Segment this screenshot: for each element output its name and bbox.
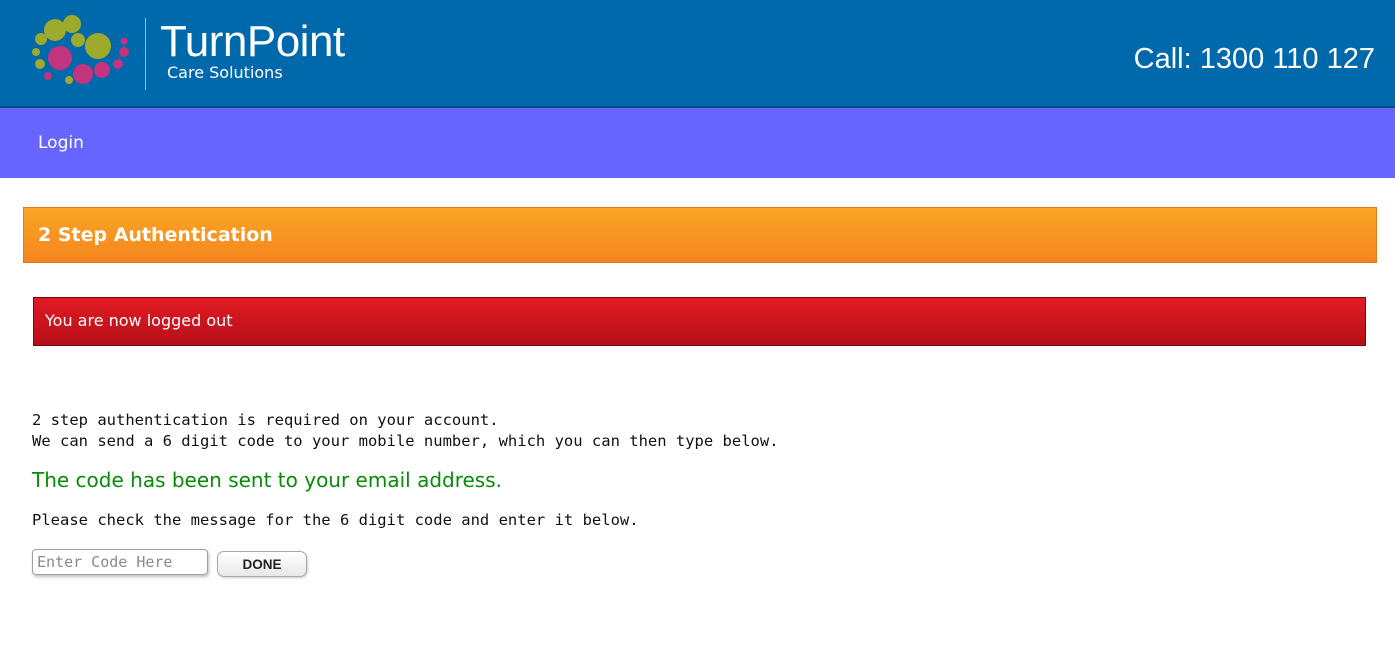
info-line-2: We can send a 6 digit code to your mobil…: [32, 432, 779, 450]
brand-name-main: Turn: [160, 17, 247, 66]
logo-divider: [145, 18, 146, 90]
done-button[interactable]: DONE: [217, 551, 307, 577]
brand-name: TurnPoint: [160, 18, 345, 66]
dot-cluster-logo-icon: [32, 15, 129, 84]
instruction-text: Please check the message for the 6 digit…: [32, 511, 639, 529]
brand-name-accent: Point: [246, 17, 345, 66]
phone-number: Call: 1300 110 127: [1133, 43, 1375, 75]
nav-login-link[interactable]: Login: [38, 133, 84, 153]
site-header: TurnPoint Care Solutions Call: 1300 110 …: [0, 0, 1395, 108]
alert-message: You are now logged out: [45, 311, 233, 330]
logout-alert: You are now logged out: [33, 297, 1366, 346]
page-title: 2 Step Authentication: [38, 224, 273, 246]
code-input[interactable]: [32, 549, 208, 575]
auth-info-text: 2 step authentication is required on you…: [32, 410, 779, 452]
turnpoint-logo[interactable]: TurnPoint Care Solutions: [28, 14, 358, 94]
brand-tagline: Care Solutions: [167, 63, 283, 82]
main-nav: Login: [0, 108, 1395, 178]
info-line-1: 2 step authentication is required on you…: [32, 411, 499, 429]
code-sent-message: The code has been sent to your email add…: [32, 468, 502, 492]
panel-header: 2 Step Authentication: [23, 207, 1377, 263]
